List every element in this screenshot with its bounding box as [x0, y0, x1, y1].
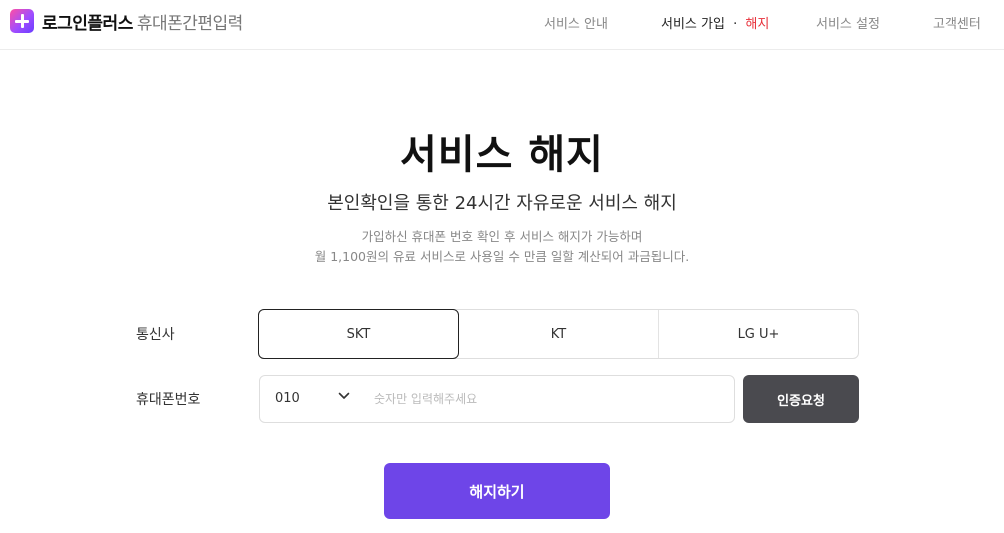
cancel-service-button[interactable]: 해지하기	[384, 463, 610, 519]
nav-support[interactable]: 고객센터	[933, 13, 981, 32]
phone-prefix-select[interactable]: 010	[275, 391, 300, 406]
carrier-selector: SKT KT LG U+	[258, 309, 859, 359]
nav-cancel[interactable]: 해지	[745, 17, 769, 32]
logo-subtitle: 휴대폰간편입력	[136, 13, 243, 34]
description-line-1: 가입하신 휴대폰 번호 확인 후 서비스 해지가 가능하며	[361, 229, 643, 244]
nav-service-info[interactable]: 서비스 안내	[544, 13, 608, 32]
carrier-option-skt[interactable]: SKT	[258, 309, 459, 359]
logo-name: 로그인플러스	[42, 13, 133, 34]
phone-number-input[interactable]	[374, 386, 714, 412]
nav-settings[interactable]: 서비스 설정	[816, 13, 880, 32]
carrier-label: 통신사	[136, 327, 175, 343]
phone-field: 010	[259, 375, 735, 423]
phone-label: 휴대폰번호	[136, 392, 201, 408]
nav-join-cancel: 서비스 가입 · 해지	[661, 13, 769, 32]
page-subtitle: 본인확인을 통한 24시간 자유로운 서비스 해지	[327, 193, 677, 214]
nav-join[interactable]: 서비스 가입	[661, 17, 725, 32]
header: 로그인플러스 휴대폰간편입력 서비스 안내 서비스 가입 · 해지 서비스 설정…	[0, 0, 1004, 50]
nav-separator: ·	[733, 17, 738, 32]
carrier-option-kt[interactable]: KT	[459, 310, 659, 358]
logo[interactable]: 로그인플러스 휴대폰간편입력	[10, 8, 243, 34]
plus-icon	[10, 9, 34, 33]
carrier-option-lgu[interactable]: LG U+	[659, 310, 858, 358]
description-line-2: 월 1,100원의 유료 서비스로 사용일 수 만큼 일할 계산되어 과금됩니다…	[314, 249, 690, 264]
page-title: 서비스 해지	[400, 132, 604, 178]
chevron-down-icon[interactable]	[338, 392, 350, 400]
auth-request-button[interactable]: 인증요청	[743, 375, 859, 423]
